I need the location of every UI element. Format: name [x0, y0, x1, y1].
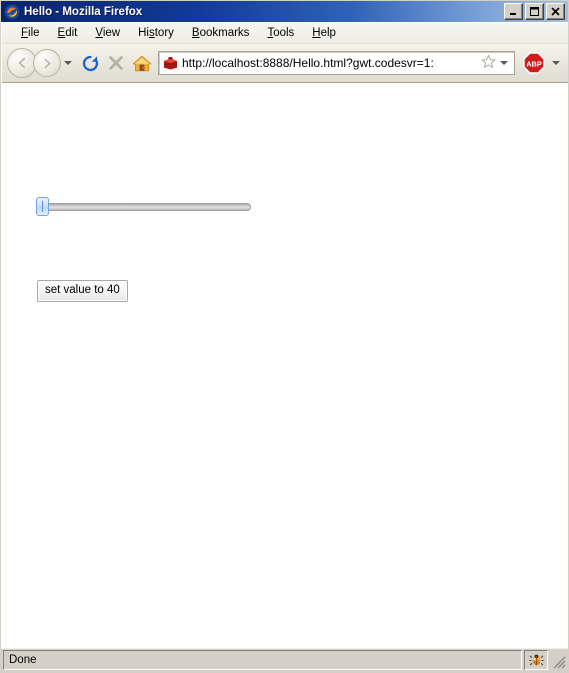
value-slider[interactable] [36, 197, 251, 216]
forward-button[interactable] [33, 49, 61, 77]
browser-chrome: File Edit View History Bookmarks Tools H… [1, 22, 568, 83]
browser-window: Hello - Mozilla Firefox File Edit View H… [0, 0, 569, 673]
urlbar-dropdown-icon[interactable] [500, 61, 508, 65]
menu-item-bookmarks[interactable]: Bookmarks [183, 25, 259, 41]
menu-item-file[interactable]: File [12, 25, 49, 41]
firefox-logo-icon [4, 4, 20, 20]
maximize-button[interactable] [525, 3, 544, 20]
resize-grip[interactable] [550, 651, 566, 669]
back-forward-group [7, 48, 77, 78]
title-bar-left: Hello - Mozilla Firefox [4, 4, 504, 20]
history-dropdown-icon[interactable] [64, 61, 72, 65]
stop-button [103, 50, 129, 76]
svg-text:ABP: ABP [526, 59, 542, 68]
slider-track[interactable] [40, 203, 251, 211]
firebug-button[interactable] [524, 650, 548, 670]
window-title: Hello - Mozilla Firefox [24, 5, 143, 18]
navigation-toolbar: http://localhost:8888/Hello.html?gwt.cod… [2, 44, 568, 83]
title-bar: Hello - Mozilla Firefox [1, 1, 568, 22]
menu-item-edit[interactable]: Edit [49, 25, 87, 41]
slider-handle-grip-icon [42, 201, 43, 212]
reload-button[interactable] [77, 50, 103, 76]
status-text-panel: Done [3, 650, 522, 670]
window-controls [504, 3, 566, 20]
minimize-button[interactable] [504, 3, 523, 20]
adblock-plus-icon[interactable]: ABP [522, 51, 546, 75]
status-bar: Done [1, 648, 568, 672]
bookmark-star-icon[interactable] [481, 54, 496, 72]
abp-dropdown-icon[interactable] [552, 61, 560, 65]
menu-bar: File Edit View History Bookmarks Tools H… [2, 23, 568, 44]
close-button[interactable] [546, 3, 565, 20]
set-value-button[interactable]: set value to 40 [37, 280, 128, 302]
firebug-icon [528, 654, 544, 666]
menu-item-help[interactable]: Help [303, 25, 345, 41]
menu-item-history[interactable]: History [129, 25, 183, 41]
address-bar[interactable]: http://localhost:8888/Hello.html?gwt.cod… [158, 51, 515, 75]
home-button[interactable] [129, 50, 155, 76]
menu-item-view[interactable]: View [86, 25, 129, 41]
menu-item-tools[interactable]: Tools [258, 25, 303, 41]
url-text[interactable]: http://localhost:8888/Hello.html?gwt.cod… [182, 56, 479, 70]
toolbox-favicon-icon [162, 55, 179, 71]
page-content: set value to 40 [1, 83, 568, 648]
status-text: Done [9, 654, 37, 666]
slider-handle[interactable] [36, 197, 49, 216]
